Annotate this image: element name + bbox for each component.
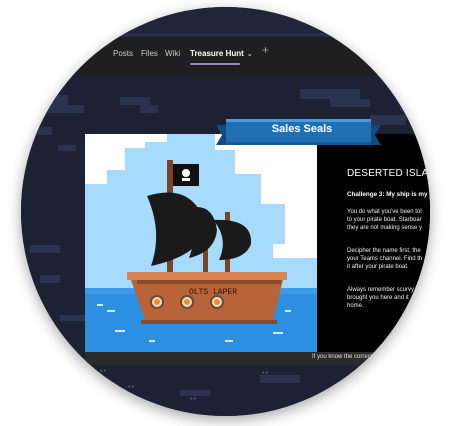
answer-bar	[85, 352, 430, 365]
tab-treasure-hunt-label: Treasure Hunt	[190, 49, 244, 58]
plus-icon[interactable]: +	[262, 43, 269, 57]
ship-name-text: OLTS LAPER	[189, 288, 237, 297]
app-header	[21, 7, 430, 34]
tab-posts[interactable]: Posts	[113, 45, 133, 63]
banner-title: Sales Seals	[271, 123, 333, 135]
tab-wiki[interactable]: Wiki	[165, 45, 180, 63]
story-paragraph-1: You do what you've been tol to your pira…	[347, 209, 423, 231]
decor-dots: ••	[100, 368, 107, 375]
story-paragraph-3: Always remember scurvy brought you here …	[347, 287, 415, 309]
tab-files[interactable]: Files	[141, 45, 158, 63]
tab-treasure-hunt[interactable]: Treasure Hunt ⌄	[190, 45, 253, 63]
answer-prompt: If you know the correct	[312, 354, 373, 360]
decor-dots: ••	[128, 384, 135, 391]
pirate-ship-scene: OLTS LAPER	[85, 134, 317, 352]
story-title: DESERTED ISLAND	[347, 168, 430, 179]
decor-dots: ••	[190, 396, 197, 403]
story-panel: DESERTED ISLAND Challenge 3: My ship is …	[317, 134, 430, 352]
challenge-heading: Challenge 3: My ship is my	[347, 191, 428, 198]
chevron-down-icon[interactable]: ⌄	[247, 51, 253, 58]
story-paragraph-2: Decipher the name first, the your Teams …	[347, 248, 423, 270]
circular-viewport: Posts Files Wiki Treasure Hunt⌄ + •• ••	[21, 7, 430, 416]
decor-dots: ••	[352, 370, 359, 377]
active-tab-indicator	[190, 63, 240, 65]
decor-dots: ••	[262, 370, 269, 377]
